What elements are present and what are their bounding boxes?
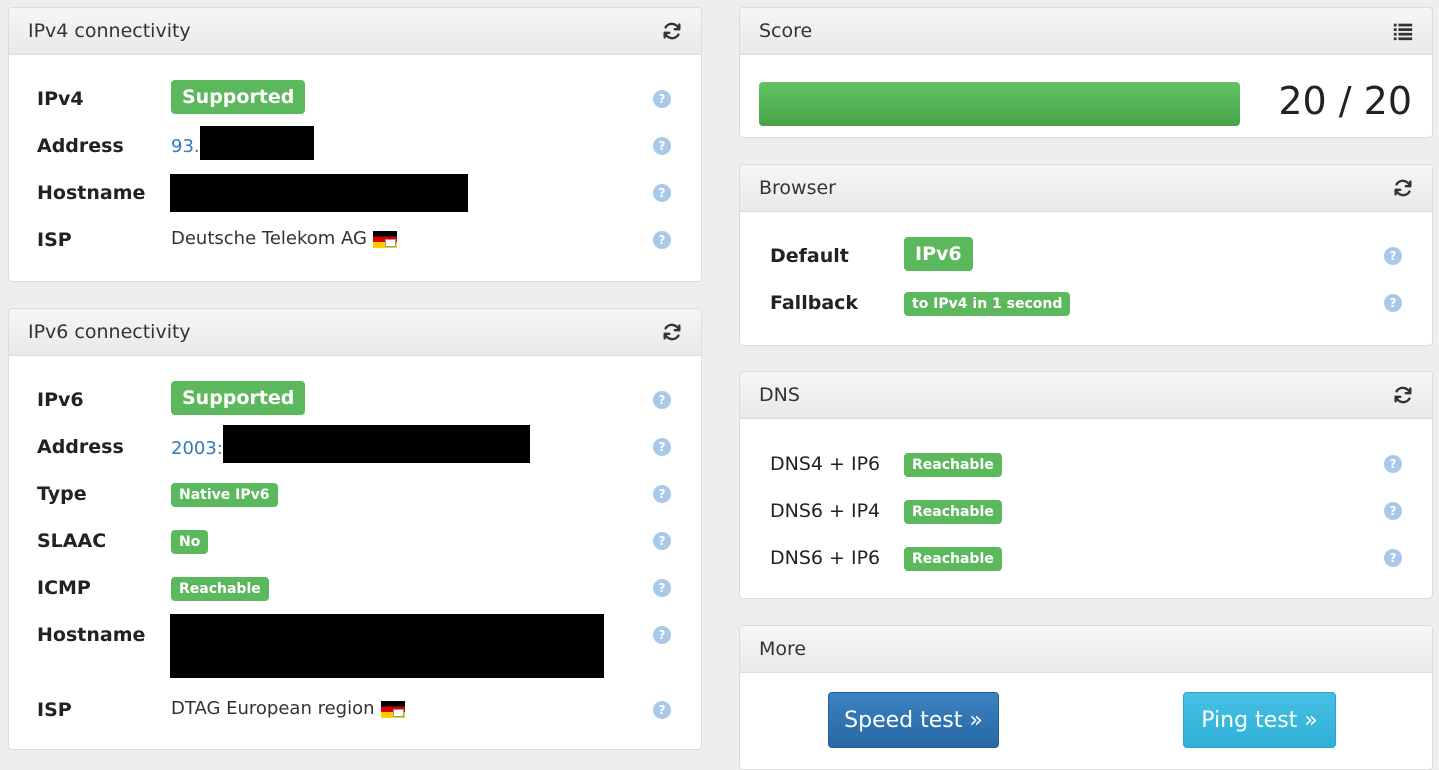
ipv6-type-row: Type Native IPv6 ? bbox=[37, 473, 673, 513]
ipv4-panel-header: IPv4 connectivity bbox=[9, 8, 701, 55]
help-icon[interactable]: ? bbox=[653, 532, 671, 550]
help-icon[interactable]: ? bbox=[1384, 455, 1402, 473]
score-progress-bar bbox=[759, 82, 1240, 126]
germany-flag-icon bbox=[380, 700, 405, 718]
row-label: Type bbox=[37, 483, 87, 505]
help-icon[interactable]: ? bbox=[653, 391, 671, 409]
speed-test-button[interactable]: Speed test » bbox=[828, 692, 999, 748]
ipv4-address-link[interactable]: 93. bbox=[171, 136, 200, 157]
score-panel-header: Score bbox=[740, 8, 1432, 55]
more-panel: More Speed test » Ping test » bbox=[739, 625, 1433, 770]
ipv6-panel-header: IPv6 connectivity bbox=[9, 309, 701, 356]
help-icon[interactable]: ? bbox=[653, 231, 671, 249]
browser-default-row: Default IPv6 ? bbox=[770, 235, 1404, 275]
help-icon[interactable]: ? bbox=[653, 90, 671, 108]
ipv4-status-badge: Supported bbox=[171, 80, 306, 114]
refresh-icon[interactable] bbox=[661, 20, 683, 42]
redaction-block bbox=[199, 126, 314, 160]
ipv6-icmp-row: ICMP Reachable ? bbox=[37, 567, 673, 607]
row-label: Hostname bbox=[37, 624, 146, 646]
ipv6-type-badge: Native IPv6 bbox=[171, 483, 278, 507]
row-label: Address bbox=[37, 436, 124, 458]
row-label: ICMP bbox=[37, 577, 91, 599]
help-icon[interactable]: ? bbox=[653, 137, 671, 155]
ping-test-button[interactable]: Ping test » bbox=[1183, 692, 1336, 748]
row-label: ISP bbox=[37, 229, 72, 251]
redaction-block bbox=[170, 614, 604, 678]
dns-panel-header: DNS bbox=[740, 372, 1432, 419]
row-label: Fallback bbox=[770, 292, 859, 314]
more-panel-header: More bbox=[740, 626, 1432, 673]
browser-fallback-row: Fallback to IPv4 in 1 second ? bbox=[770, 282, 1404, 322]
redaction-block bbox=[222, 425, 530, 463]
ipv4-panel: IPv4 connectivity IPv4 Supported ? Addre… bbox=[8, 7, 702, 282]
help-icon[interactable]: ? bbox=[653, 579, 671, 597]
help-icon[interactable]: ? bbox=[1384, 294, 1402, 312]
ipv6-panel-title: IPv6 connectivity bbox=[28, 321, 191, 343]
refresh-icon[interactable] bbox=[661, 321, 683, 343]
browser-panel-title: Browser bbox=[759, 177, 836, 199]
row-label: Default bbox=[770, 245, 849, 267]
score-value: 20 / 20 bbox=[1278, 79, 1412, 123]
ipv6-slaac-row: SLAAC No ? bbox=[37, 520, 673, 560]
help-icon[interactable]: ? bbox=[1384, 549, 1402, 567]
help-icon[interactable]: ? bbox=[653, 626, 671, 644]
dns-panel: DNS DNS4 + IP6 Reachable ? DNS6 + IP4 Re… bbox=[739, 371, 1433, 599]
row-label: DNS6 + IP6 bbox=[770, 547, 881, 569]
ipv6-panel: IPv6 connectivity IPv6 Supported ? Addre… bbox=[8, 308, 702, 750]
browser-panel: Browser Default IPv6 ? Fallback to IPv4 … bbox=[739, 164, 1433, 346]
browser-fallback-badge: to IPv4 in 1 second bbox=[904, 292, 1071, 316]
redaction-block bbox=[170, 174, 468, 212]
dns6-ip6-row: DNS6 + IP6 Reachable ? bbox=[770, 537, 1404, 577]
row-label: IPv6 bbox=[37, 389, 84, 411]
dns4-ip6-badge: Reachable bbox=[904, 453, 1002, 477]
refresh-icon[interactable] bbox=[1392, 177, 1414, 199]
ipv6-slaac-badge: No bbox=[171, 530, 209, 554]
ipv4-panel-title: IPv4 connectivity bbox=[28, 20, 191, 42]
help-icon[interactable]: ? bbox=[1384, 502, 1402, 520]
help-icon[interactable]: ? bbox=[1384, 247, 1402, 265]
score-panel-title: Score bbox=[759, 20, 813, 42]
germany-flag-icon bbox=[372, 230, 397, 248]
refresh-icon[interactable] bbox=[1392, 384, 1414, 406]
help-icon[interactable]: ? bbox=[653, 485, 671, 503]
more-panel-title: More bbox=[759, 638, 807, 660]
ipv4-isp-row: ISP Deutsche Telekom AG ? bbox=[37, 219, 673, 259]
ipv6-isp-row: ISP DTAG European region ? bbox=[37, 689, 673, 729]
dns6-ip4-badge: Reachable bbox=[904, 500, 1002, 524]
help-icon[interactable]: ? bbox=[653, 701, 671, 719]
dns6-ip4-row: DNS6 + IP4 Reachable ? bbox=[770, 490, 1404, 530]
ipv4-isp-value: Deutsche Telekom AG bbox=[171, 228, 367, 249]
ipv6-address-row: Address 2003: ? bbox=[37, 425, 673, 466]
ipv6-isp-value: DTAG European region bbox=[171, 698, 375, 719]
score-panel: Score 20 / 20 bbox=[739, 7, 1433, 138]
ipv6-status-badge: Supported bbox=[171, 381, 306, 415]
dns-panel-title: DNS bbox=[759, 384, 800, 406]
ipv4-hostname-row: Hostname ? bbox=[37, 172, 673, 212]
list-icon[interactable] bbox=[1392, 20, 1414, 42]
browser-panel-header: Browser bbox=[740, 165, 1432, 212]
ipv6-address-link[interactable]: 2003: bbox=[171, 438, 223, 459]
ipv6-row: IPv6 Supported ? bbox=[37, 379, 673, 419]
dns4-ip6-row: DNS4 + IP6 Reachable ? bbox=[770, 443, 1404, 483]
row-label: DNS4 + IP6 bbox=[770, 453, 881, 475]
help-icon[interactable]: ? bbox=[653, 438, 671, 456]
ipv4-address-row: Address 93. ? bbox=[37, 125, 673, 165]
row-label: Hostname bbox=[37, 182, 146, 204]
dns6-ip6-badge: Reachable bbox=[904, 547, 1002, 571]
ipv6-hostname-row: Hostname ? bbox=[37, 614, 673, 678]
row-label: Address bbox=[37, 135, 124, 157]
score-progress-fill bbox=[759, 82, 1240, 126]
ipv6-icmp-badge: Reachable bbox=[171, 577, 269, 601]
help-icon[interactable]: ? bbox=[653, 184, 671, 202]
row-label: IPv4 bbox=[37, 88, 84, 110]
ipv4-row: IPv4 Supported ? bbox=[37, 78, 673, 118]
row-label: ISP bbox=[37, 699, 72, 721]
browser-default-badge: IPv6 bbox=[904, 237, 973, 271]
row-label: DNS6 + IP4 bbox=[770, 500, 881, 522]
row-label: SLAAC bbox=[37, 530, 107, 552]
